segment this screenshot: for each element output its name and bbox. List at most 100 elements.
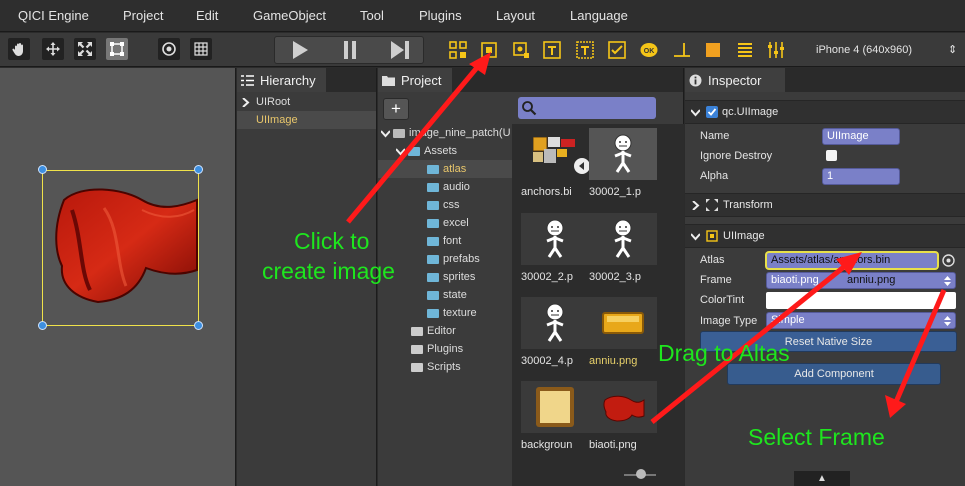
tab-project-label: Project	[401, 72, 442, 88]
create-text-button[interactable]	[543, 41, 561, 59]
ribbon-image-icon	[603, 395, 645, 422]
section-qc-uiimage[interactable]: qc.UIImage	[685, 100, 965, 124]
hand-tool-button[interactable]	[8, 38, 30, 60]
create-image-button[interactable]	[480, 41, 498, 59]
chevron-down-icon[interactable]	[396, 147, 405, 156]
folder-icon	[427, 254, 439, 264]
create-list-button[interactable]	[736, 41, 754, 59]
chevron-right-icon[interactable]	[241, 97, 250, 107]
character-icon	[614, 219, 632, 258]
play-button[interactable]	[275, 37, 325, 63]
create-sprite-button[interactable]	[512, 41, 530, 59]
tree-item-scripts[interactable]: Scripts	[411, 358, 461, 376]
file-thumbnail	[589, 213, 657, 265]
annotation-drag: Drag to Altas	[658, 340, 790, 366]
step-button[interactable]	[375, 37, 425, 63]
expand-bottom-panel-button[interactable]: ▲	[794, 471, 850, 486]
tree-item-label: sprites	[443, 271, 476, 283]
tree-item-css[interactable]: css	[427, 196, 460, 214]
menu-layout[interactable]: Layout	[496, 8, 535, 23]
tree-item-editor[interactable]: Editor	[411, 322, 456, 340]
tree-item-excel[interactable]: excel	[427, 214, 469, 232]
tab-project[interactable]: Project	[378, 68, 452, 92]
tree-item-prefabs[interactable]: prefabs	[427, 250, 480, 268]
tree-item-state[interactable]: state	[427, 286, 467, 304]
panel-icon	[706, 43, 720, 57]
device-selector[interactable]: iPhone 4 (640x960)	[816, 44, 912, 56]
resize-handle-bottom-left[interactable]	[38, 321, 47, 330]
folder-icon	[427, 218, 439, 228]
thumbnail-size-slider-knob[interactable]	[636, 469, 646, 479]
name-label: Name	[700, 130, 730, 142]
checkbox-checked-icon[interactable]	[706, 106, 718, 118]
tree-item-assets[interactable]: Assets	[396, 142, 457, 160]
device-dropdown-arrow[interactable]: ⇕	[948, 43, 957, 56]
menu-language[interactable]: Language	[570, 8, 628, 23]
name-field[interactable]: UIImage	[822, 128, 900, 145]
section-title: qc.UIImage	[722, 106, 779, 118]
atlas-field[interactable]: Assets/atlas/anchors.bin	[766, 252, 938, 269]
zoom-button[interactable]	[158, 38, 180, 60]
menu-project[interactable]: Project	[123, 8, 163, 23]
image-type-select[interactable]: Simple	[766, 312, 956, 329]
resize-handle-top-right[interactable]	[194, 165, 203, 174]
ignore-destroy-checkbox[interactable]	[826, 150, 837, 161]
colortint-swatch[interactable]	[766, 292, 956, 309]
svg-text:OK: OK	[644, 48, 655, 55]
tab-inspector[interactable]: Inspector	[685, 68, 785, 92]
move-tool-button[interactable]	[42, 38, 64, 60]
create-input-button[interactable]	[673, 41, 691, 59]
section-transform[interactable]: Transform	[685, 193, 965, 217]
create-slider-button[interactable]	[767, 41, 785, 59]
hierarchy-item-uiimage[interactable]: UIImage	[237, 111, 376, 129]
tree-item-audio[interactable]: audio	[427, 178, 470, 196]
chevron-down-icon[interactable]	[691, 108, 700, 117]
hierarchy-item-uiroot[interactable]: UIRoot	[237, 93, 376, 111]
create-button-button[interactable]: OK	[640, 41, 658, 59]
chevron-down-icon[interactable]	[691, 232, 700, 241]
hierarchy-item-label: UIRoot	[256, 96, 291, 108]
object-picker-icon[interactable]	[942, 254, 955, 267]
scene-view[interactable]	[0, 68, 236, 486]
menu-tool[interactable]: Tool	[360, 8, 384, 23]
add-asset-button[interactable]: +	[383, 98, 409, 120]
resize-handle-top-left[interactable]	[38, 165, 47, 174]
menu-plugins[interactable]: Plugins	[419, 8, 462, 23]
create-panel-button[interactable]	[704, 41, 722, 59]
folder-icon	[411, 344, 423, 354]
scale-tool-button[interactable]	[74, 38, 96, 60]
tree-item-font[interactable]: font	[427, 232, 461, 250]
project-search-input[interactable]	[518, 97, 656, 119]
selection-rect[interactable]	[42, 170, 199, 326]
tree-item-plugins[interactable]: Plugins	[411, 340, 463, 358]
hierarchy-tabbar: Hierarchy	[237, 68, 376, 92]
section-uiimage[interactable]: UIImage	[685, 224, 965, 248]
collapse-atlas-button[interactable]	[574, 158, 590, 174]
tree-item-sprites[interactable]: sprites	[427, 268, 475, 286]
alpha-field[interactable]: 1	[822, 168, 900, 185]
tree-item-atlas[interactable]: atlas	[378, 160, 512, 178]
tree-item-label: Editor	[427, 325, 456, 337]
colortint-label: ColorTint	[700, 294, 745, 306]
create-node-button[interactable]	[449, 41, 467, 59]
menu-gameobject[interactable]: GameObject	[253, 8, 326, 23]
create-toggle-button[interactable]	[608, 41, 626, 59]
resize-handle-bottom-right[interactable]	[194, 321, 203, 330]
annotation-click-line2: create image	[262, 258, 395, 284]
rect-tool-button[interactable]	[106, 38, 128, 60]
tab-hierarchy[interactable]: Hierarchy	[237, 68, 326, 92]
grid-button[interactable]	[190, 38, 212, 60]
file-name: 30002_1.p	[589, 186, 641, 198]
menu-qici-engine[interactable]: QICI Engine	[18, 8, 89, 23]
frame-select[interactable]: biaoti.png anniu.png	[766, 272, 956, 289]
chevron-down-icon[interactable]	[381, 129, 390, 138]
pause-button[interactable]	[325, 37, 375, 63]
file-thumbnail	[589, 128, 657, 180]
tree-item-root[interactable]: image_nine_patch(U	[381, 124, 511, 142]
chevron-right-icon[interactable]	[691, 200, 700, 210]
create-text-area-button[interactable]	[576, 41, 594, 59]
menu-edit[interactable]: Edit	[196, 8, 218, 23]
tree-item-texture[interactable]: texture	[427, 304, 477, 322]
project-panel: Project + image_nine_patch(U Assets atla…	[378, 68, 684, 486]
alpha-label: Alpha	[700, 170, 729, 182]
